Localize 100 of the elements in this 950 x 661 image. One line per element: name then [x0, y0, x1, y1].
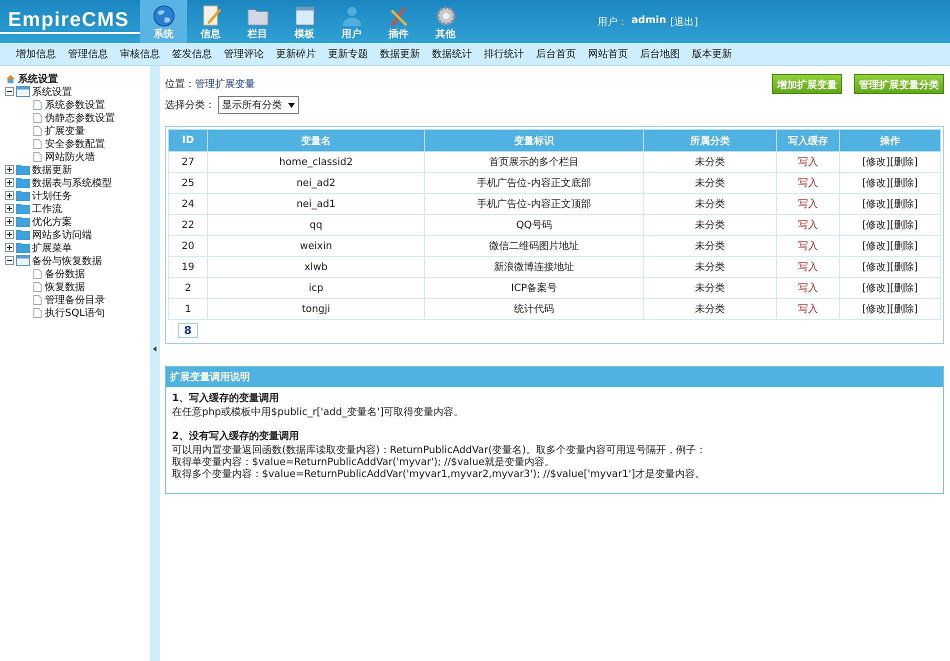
table-cell: 未分类	[644, 152, 776, 172]
menu-link[interactable]: 数据统计	[432, 47, 472, 61]
tree-item[interactable]: 优化方案	[32, 214, 72, 228]
tree-item[interactable]: 网站防火墙	[45, 150, 95, 164]
table-cell: 未分类	[644, 172, 776, 194]
tree-item[interactable]: 管理备份目录	[45, 292, 105, 306]
tree-item[interactable]: 数据更新	[32, 162, 72, 176]
tree-item[interactable]: 数据表与系统模型	[32, 176, 112, 190]
tree-item[interactable]: 备份数据	[45, 266, 85, 280]
table-cell: 统计代码	[424, 298, 644, 320]
delete-link[interactable]: [删除]	[890, 262, 918, 273]
menu-link[interactable]: 管理信息	[68, 47, 108, 61]
folder-icon	[16, 190, 30, 201]
tree-item[interactable]: 系统设置	[32, 84, 72, 98]
panel-title: 扩展变量调用说明	[166, 367, 943, 387]
table-cell: 首页展示的多个栏目	[424, 152, 644, 172]
menu-link[interactable]: 后台首页	[536, 47, 576, 61]
tree-item[interactable]: 伪静态参数设置	[45, 110, 115, 124]
delete-link[interactable]: [删除]	[890, 241, 918, 252]
folder-icon	[16, 164, 30, 175]
tree-item[interactable]: 工作流	[32, 202, 62, 216]
table-cell: 27	[168, 152, 208, 172]
table-cell: tongji	[208, 298, 424, 320]
edit-link[interactable]: [修改]	[862, 262, 890, 273]
menu-link[interactable]: 排行统计	[484, 47, 524, 61]
folder-icon	[16, 203, 30, 214]
table-cell: 2	[168, 278, 208, 298]
write-cache-link[interactable]: 写入	[798, 304, 818, 315]
expand-icon[interactable]	[5, 178, 14, 187]
tree-item[interactable]: 执行SQL语句	[45, 306, 105, 320]
menu-link[interactable]: 数据更新	[380, 47, 420, 61]
menu-link[interactable]: 审核信息	[120, 47, 160, 61]
menu-link[interactable]: 后台地图	[640, 47, 680, 61]
write-cache-link[interactable]: 写入	[798, 220, 818, 231]
help-text: 取得单变量内容：$value=ReturnPublicAddVar('myvar'); //$value就是变量内容。	[172, 457, 556, 468]
tree-item[interactable]: 系统参数设置	[45, 98, 105, 112]
select-value: 显示所有分类	[222, 98, 282, 112]
write-cache-link[interactable]: 写入	[798, 178, 818, 189]
edit-link[interactable]: [修改]	[862, 157, 890, 168]
window-icon	[16, 255, 30, 266]
edit-link[interactable]: [修改]	[862, 304, 890, 315]
expand-icon[interactable]	[5, 217, 14, 226]
table-cell: 22	[168, 214, 208, 236]
write-cache-link[interactable]: 写入	[798, 241, 818, 252]
page-icon	[32, 268, 43, 278]
menu-link[interactable]: 网站首页	[588, 47, 628, 61]
write-cache-link[interactable]: 写入	[798, 199, 818, 210]
expand-icon[interactable]	[5, 204, 14, 213]
table-cell: weixin	[208, 236, 424, 256]
page-icon	[32, 112, 43, 122]
tree-item[interactable]: 计划任务	[32, 188, 72, 202]
tree-item[interactable]: 恢复数据	[45, 280, 85, 294]
table-cell: xlwb	[208, 256, 424, 278]
expand-icon[interactable]	[5, 243, 14, 252]
table-cell: 未分类	[644, 298, 776, 320]
menu-link[interactable]: 签发信息	[172, 47, 212, 61]
tree-item[interactable]: 扩展变量	[45, 124, 85, 138]
table-cell: 未分类	[644, 278, 776, 298]
menu-link[interactable]: 管理评论	[224, 47, 264, 61]
delete-link[interactable]: [删除]	[890, 304, 918, 315]
menu-link[interactable]: 增加信息	[16, 47, 56, 61]
delete-link[interactable]: [删除]	[890, 220, 918, 231]
table-cell: 未分类	[644, 214, 776, 236]
total-count: 8	[178, 323, 198, 338]
collapse-arrow-icon[interactable]	[153, 346, 157, 352]
tree-item[interactable]: 扩展菜单	[32, 240, 72, 254]
write-cache-link[interactable]: 写入	[798, 157, 818, 168]
table-cell: nei_ad2	[208, 172, 424, 194]
edit-link[interactable]: [修改]	[862, 178, 890, 189]
expand-icon[interactable]	[5, 165, 14, 174]
edit-link[interactable]: [修改]	[862, 283, 890, 294]
expand-icon[interactable]	[5, 191, 14, 200]
menu-link[interactable]: 更新碎片	[276, 47, 316, 61]
delete-link[interactable]: [删除]	[890, 178, 918, 189]
tree-item[interactable]: 安全参数配置	[45, 136, 105, 150]
tree-item[interactable]: 网站多访问端	[32, 228, 92, 242]
page-icon	[32, 138, 43, 148]
edit-link[interactable]: [修改]	[862, 199, 890, 210]
column-header: 写入缓存	[776, 130, 840, 152]
table-cell: QQ号码	[424, 214, 644, 236]
collapse-icon[interactable]	[5, 256, 14, 265]
write-cache-link[interactable]: 写入	[798, 262, 818, 273]
collapse-icon[interactable]	[5, 87, 14, 96]
delete-link[interactable]: [删除]	[890, 199, 918, 210]
delete-link[interactable]: [删除]	[890, 157, 918, 168]
tree-item[interactable]: 备份与恢复数据	[32, 254, 102, 268]
write-cache-link[interactable]: 写入	[798, 283, 818, 294]
delete-link[interactable]: [删除]	[890, 283, 918, 294]
menu-link[interactable]: 版本更新	[692, 47, 732, 61]
expand-icon[interactable]	[5, 230, 14, 239]
folder-icon	[16, 177, 30, 188]
edit-link[interactable]: [修改]	[862, 220, 890, 231]
home-icon	[5, 74, 16, 84]
location-link[interactable]: 管理扩展变量	[195, 77, 255, 91]
gear-icon	[434, 5, 458, 27]
menu-link[interactable]: 更新专题	[328, 47, 368, 61]
category-select[interactable]: 显示所有分类	[218, 96, 299, 114]
table-cell: ICP备案号	[424, 278, 644, 298]
edit-link[interactable]: [修改]	[862, 241, 890, 252]
page-icon	[32, 294, 43, 304]
